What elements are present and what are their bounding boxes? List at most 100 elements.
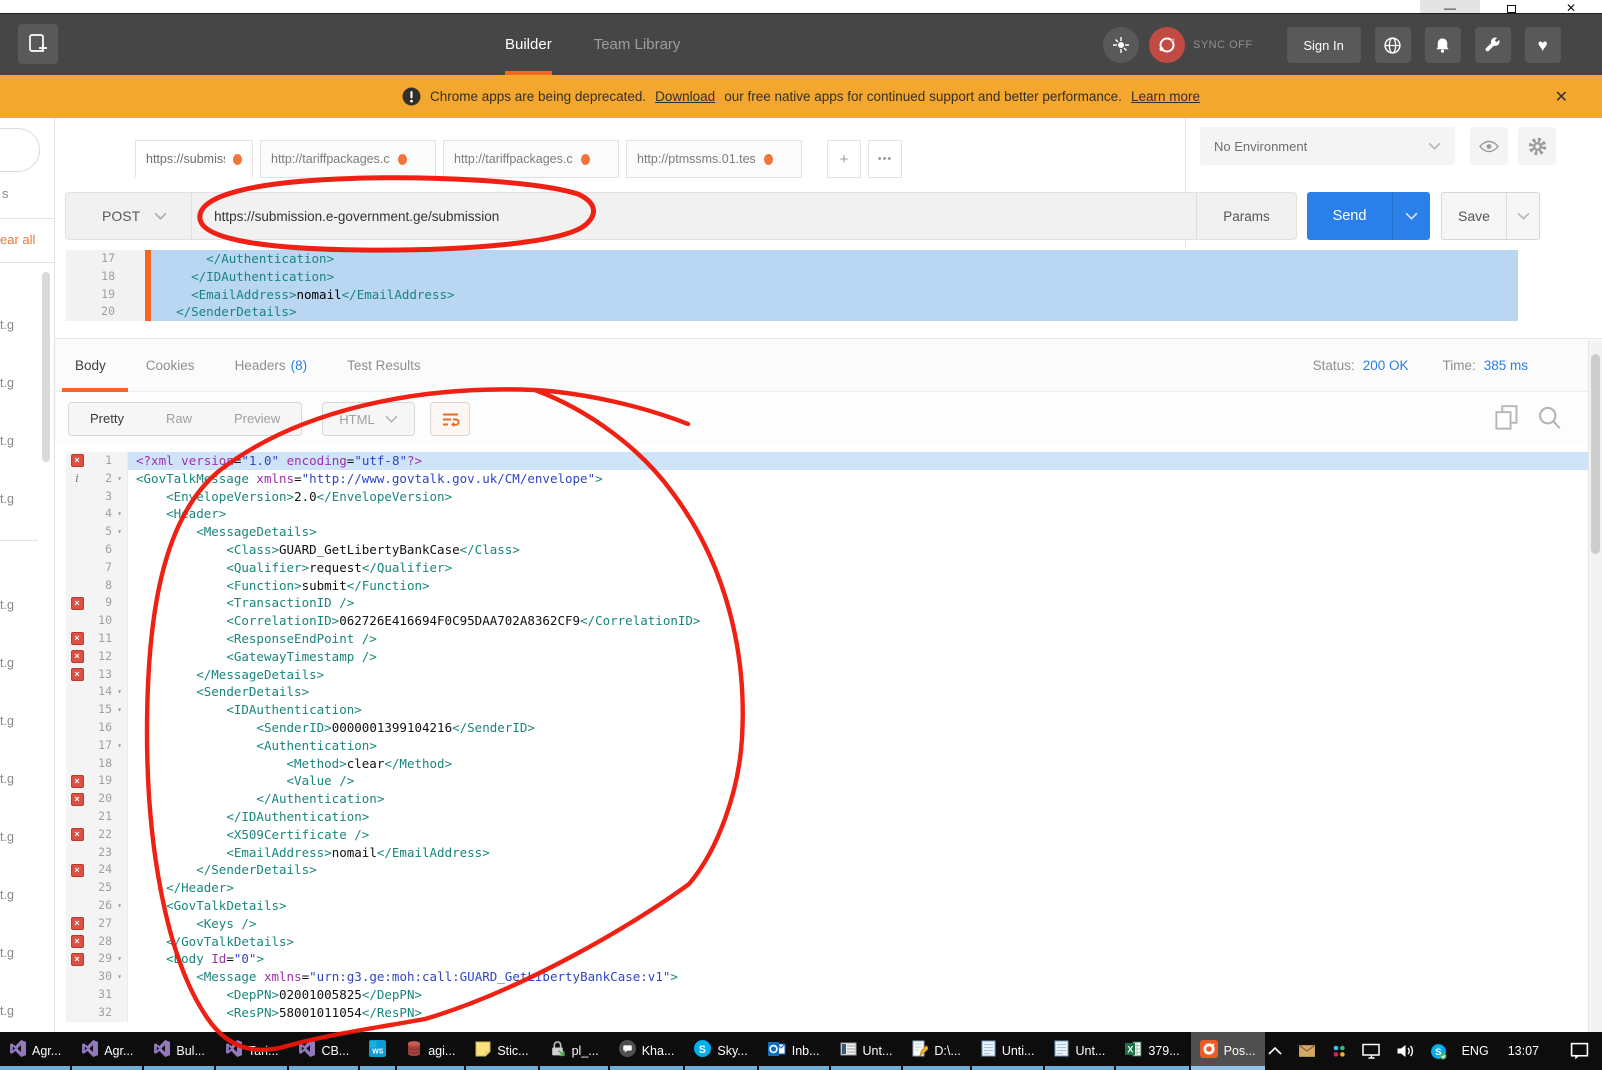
fold-arrow-icon[interactable]: ▾ <box>112 737 127 755</box>
error-icon[interactable]: × <box>71 793 84 806</box>
error-icon[interactable]: × <box>71 917 84 930</box>
view-mode-pretty[interactable]: Pretty <box>69 403 145 435</box>
save-options-button[interactable] <box>1506 193 1539 239</box>
clear-all-link[interactable]: ear all <box>0 232 35 247</box>
learn-more-link[interactable]: Learn more <box>1131 89 1200 104</box>
action-center-icon[interactable] <box>1570 1042 1589 1060</box>
taskbar-item[interactable]: Stic... <box>466 1032 537 1070</box>
taskbar-item[interactable]: Bul... <box>144 1032 214 1070</box>
request-tab[interactable]: https://submission.e-g <box>135 140 253 178</box>
fold-arrow-icon[interactable]: ▾ <box>112 968 127 986</box>
taskbar-item[interactable]: WS <box>360 1032 395 1070</box>
new-request-icon[interactable] <box>18 24 58 64</box>
error-icon[interactable]: × <box>71 775 84 788</box>
history-item[interactable]: t.g <box>0 714 14 728</box>
gear-icon[interactable] <box>1518 127 1556 165</box>
taskbar-item[interactable]: pl_... <box>540 1032 608 1070</box>
more-tabs-button[interactable]: ••• <box>868 140 902 178</box>
speaker-icon[interactable] <box>1396 1043 1415 1059</box>
fold-arrow-icon[interactable]: ▾ <box>112 897 127 915</box>
request-tab[interactable]: http://ptmssms.01.tes <box>626 140 802 178</box>
history-item[interactable]: t.g <box>0 598 14 612</box>
clock[interactable]: 13:07 <box>1508 1044 1539 1058</box>
error-icon[interactable]: × <box>71 454 84 467</box>
fold-arrow-icon[interactable]: ▾ <box>112 683 127 701</box>
view-mode-raw[interactable]: Raw <box>145 403 213 435</box>
taskbar-item[interactable]: agi... <box>397 1032 464 1070</box>
method-dropdown[interactable]: POST <box>66 193 192 239</box>
tray-mail-icon[interactable] <box>1298 1044 1316 1058</box>
taskbar-item[interactable]: Agr... <box>0 1032 70 1070</box>
eye-icon[interactable] <box>1470 127 1508 165</box>
history-item[interactable]: t.g <box>0 656 14 670</box>
error-icon[interactable]: × <box>71 650 84 663</box>
slack-icon[interactable] <box>1331 1043 1347 1059</box>
history-item[interactable]: t.g <box>0 888 14 902</box>
vertical-scrollbar[interactable] <box>1588 340 1602 1032</box>
taskbar-item[interactable]: Agr... <box>72 1032 142 1070</box>
bell-icon[interactable] <box>1425 27 1461 63</box>
taskbar-item[interactable]: D:\... <box>903 1032 969 1070</box>
response-tab-cookies[interactable]: Cookies <box>146 358 195 373</box>
response-tab-test-results[interactable]: Test Results <box>347 358 421 373</box>
fold-arrow-icon[interactable]: ▾ <box>112 505 127 523</box>
sign-in-button[interactable]: Sign In <box>1287 27 1361 63</box>
history-item[interactable]: t.g <box>0 434 14 448</box>
language-indicator[interactable]: ENG <box>1462 1044 1489 1058</box>
url-input[interactable]: https://submission.e-government.ge/submi… <box>192 209 1196 224</box>
language-dropdown[interactable]: HTML <box>322 402 415 436</box>
restore-icon[interactable] <box>1486 0 1536 13</box>
params-button[interactable]: Params <box>1196 193 1296 239</box>
chevron-up-icon[interactable] <box>1267 1045 1283 1057</box>
history-item[interactable]: t.g <box>0 830 14 844</box>
environment-selector[interactable]: No Environment <box>1200 127 1455 165</box>
taskbar-item[interactable]: Kha... <box>610 1032 684 1070</box>
view-mode-preview[interactable]: Preview <box>213 403 301 435</box>
history-item[interactable]: t.g <box>0 376 14 390</box>
error-icon[interactable]: × <box>71 828 84 841</box>
globe-icon[interactable] <box>1375 27 1411 63</box>
save-button[interactable]: Save <box>1442 193 1506 239</box>
error-icon[interactable]: × <box>71 864 84 877</box>
sync-icon[interactable] <box>1149 27 1185 63</box>
nav-tab-team-library[interactable]: Team Library <box>594 14 681 75</box>
error-icon[interactable]: × <box>71 935 84 948</box>
wrench-icon[interactable] <box>1475 27 1511 63</box>
taskbar-item[interactable]: Unti... <box>972 1032 1044 1070</box>
skype-tray-icon[interactable]: S <box>1430 1043 1447 1060</box>
error-icon[interactable]: × <box>71 597 84 610</box>
history-item[interactable]: t.g <box>0 492 14 506</box>
download-link[interactable]: Download <box>655 89 715 104</box>
response-tab-body[interactable]: Body <box>75 358 106 373</box>
info-icon[interactable]: i <box>75 470 79 488</box>
taskbar-item[interactable]: Tari... <box>216 1032 288 1070</box>
response-body-code[interactable]: × 1 <?xml version="1.0" encoding="utf-8"… <box>66 445 1588 1032</box>
history-item[interactable]: t.g <box>0 318 14 332</box>
taskbar-item[interactable]: X 379... <box>1116 1032 1188 1070</box>
request-tab[interactable]: http://tariffpackages.c <box>260 140 436 178</box>
history-item[interactable]: t.g <box>0 946 14 960</box>
error-icon[interactable]: × <box>71 953 84 966</box>
close-icon[interactable]: ✕ <box>1546 0 1596 13</box>
search-icon[interactable] <box>1537 405 1562 436</box>
minimize-icon[interactable]: — <box>1420 0 1480 13</box>
fold-arrow-icon[interactable]: ▾ <box>112 950 127 968</box>
history-item[interactable]: t.g <box>0 772 14 786</box>
taskbar-item[interactable]: S Sky... <box>685 1032 756 1070</box>
request-tab[interactable]: http://tariffpackages.c <box>443 140 619 178</box>
wrap-lines-icon[interactable] <box>430 402 470 436</box>
error-icon[interactable]: × <box>71 632 84 645</box>
nav-tab-builder[interactable]: Builder <box>505 14 552 75</box>
send-options-button[interactable] <box>1392 192 1430 240</box>
interceptor-icon[interactable] <box>1103 27 1139 63</box>
send-button[interactable]: Send <box>1307 192 1392 240</box>
sidebar-search-input[interactable] <box>0 128 40 172</box>
taskbar-item[interactable]: Inb... <box>759 1032 829 1070</box>
fold-arrow-icon[interactable]: ▾ <box>112 701 127 719</box>
copy-icon[interactable] <box>1495 405 1519 436</box>
request-editor-snippet[interactable]: 17 </Authentication> 18 </IDAuthenticati… <box>66 250 1518 323</box>
banner-close-icon[interactable]: ✕ <box>1555 87 1568 107</box>
add-tab-button[interactable]: + <box>827 140 861 178</box>
taskbar-item[interactable]: CB... <box>289 1032 358 1070</box>
display-icon[interactable] <box>1362 1043 1381 1059</box>
